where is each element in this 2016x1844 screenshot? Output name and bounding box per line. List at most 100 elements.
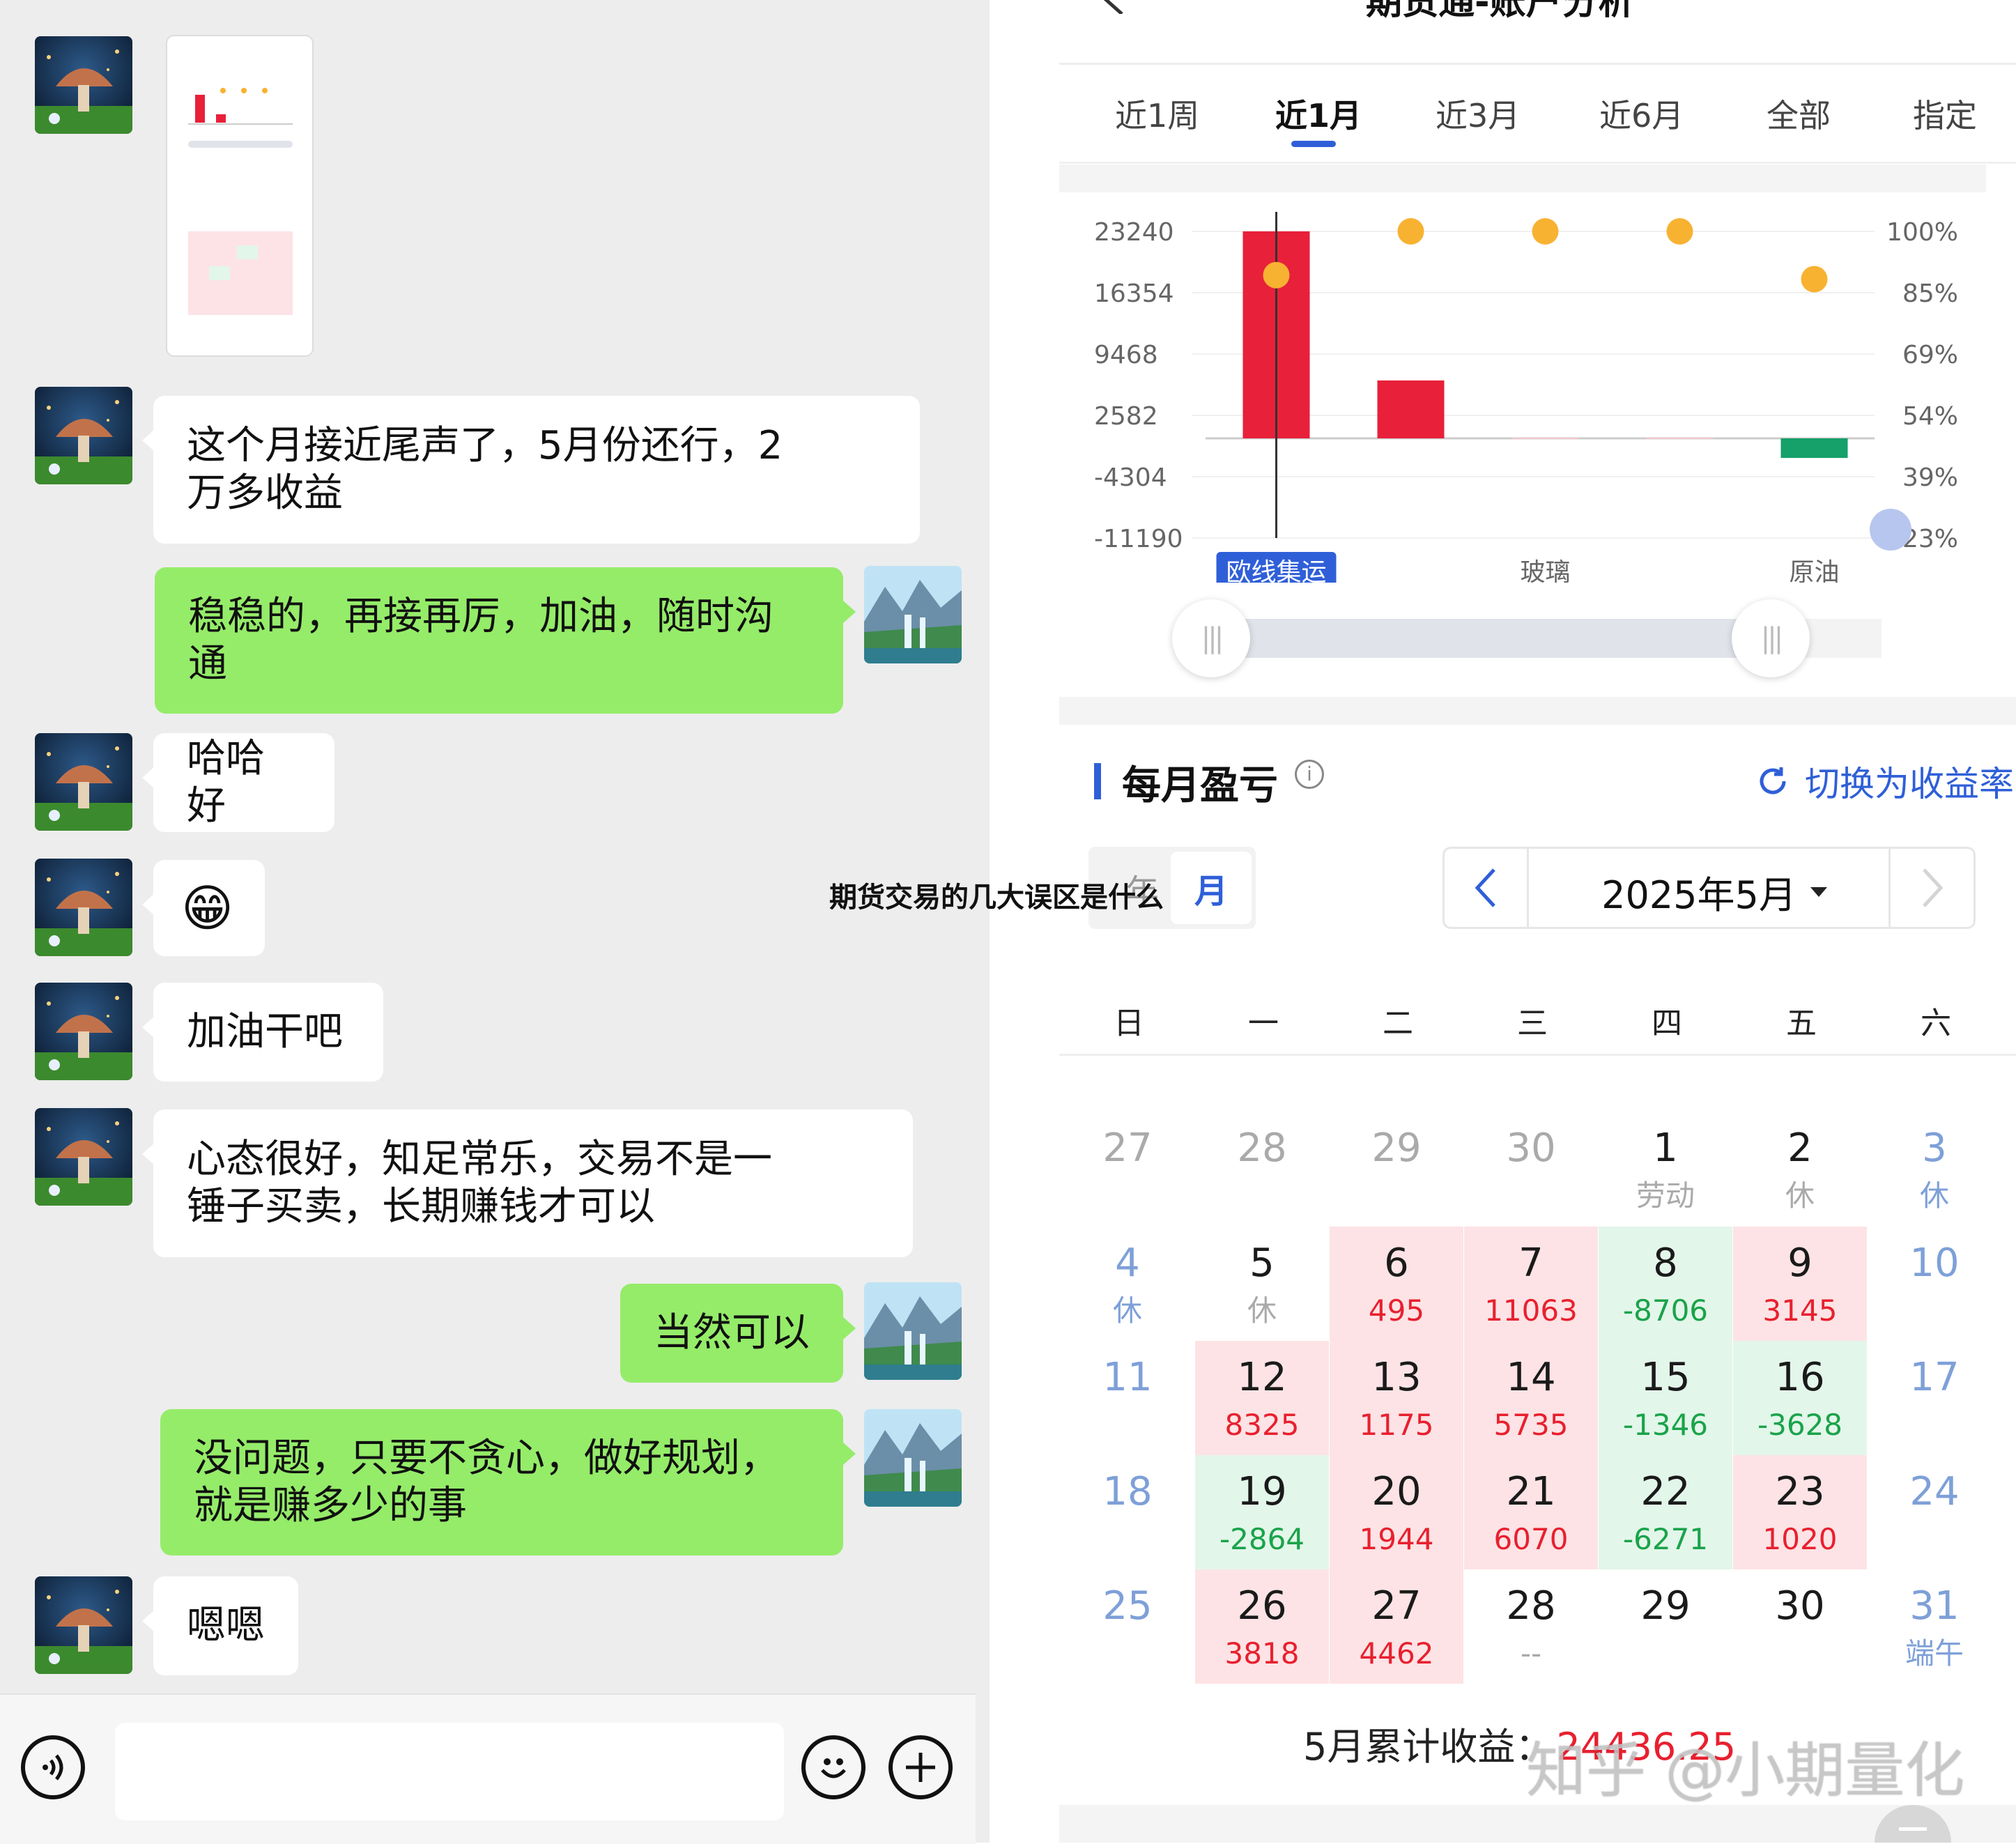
- day-value: -2864: [1219, 1522, 1305, 1556]
- calendar-day[interactable]: 4休: [1061, 1227, 1194, 1341]
- left-axis-tick: 16354: [1094, 279, 1174, 308]
- incoming-message[interactable]: 加油干吧: [153, 983, 383, 1082]
- calendar-day[interactable]: 23 1020: [1733, 1455, 1867, 1569]
- outgoing-message[interactable]: 稳稳的，再接再厉，加油，随时沟 通: [155, 567, 843, 714]
- back-icon[interactable]: [1094, 0, 1129, 15]
- segment-month[interactable]: 月: [1171, 852, 1252, 924]
- calendar-day[interactable]: 10: [1868, 1227, 2001, 1341]
- bubble-tail: [142, 1143, 155, 1165]
- contact-avatar[interactable]: [35, 859, 132, 956]
- calendar-day[interactable]: 22 -6271: [1599, 1455, 1732, 1569]
- calendar-day[interactable]: 27 4462: [1330, 1569, 1463, 1684]
- contact-avatar[interactable]: [35, 387, 132, 484]
- shared-screenshot-thumbnail[interactable]: [167, 36, 312, 355]
- calendar-day[interactable]: 18: [1061, 1455, 1194, 1569]
- range-slider-handle-right[interactable]: |||: [1732, 599, 1810, 677]
- ratio-point: [1263, 261, 1290, 289]
- calendar-day[interactable]: 11: [1061, 1341, 1194, 1455]
- day-number: 8: [1653, 1240, 1678, 1286]
- incoming-message[interactable]: 这个月接近尾声了，5月份还行，2 万多收益: [153, 396, 920, 544]
- calendar-day[interactable]: 28 --: [1464, 1569, 1598, 1684]
- calendar-day[interactable]: 2休: [1733, 1112, 1867, 1226]
- emoji-grin-icon: 😁: [181, 879, 234, 937]
- bubble-tail: [142, 893, 155, 916]
- calendar-day[interactable]: 7 11063: [1464, 1227, 1598, 1341]
- day-value: -3628: [1757, 1408, 1843, 1442]
- calendar-day[interactable]: 5休: [1195, 1227, 1329, 1341]
- calendar-day[interactable]: 25: [1061, 1569, 1194, 1684]
- calendar-day[interactable]: 9 3145: [1733, 1227, 1867, 1341]
- emoji-button[interactable]: [801, 1735, 865, 1799]
- calendar-day[interactable]: 28: [1195, 1112, 1329, 1226]
- outgoing-message[interactable]: 当然可以: [620, 1284, 843, 1383]
- tab-0[interactable]: 近1周: [1115, 91, 1199, 137]
- info-icon[interactable]: i: [1295, 760, 1324, 789]
- day-number: 31: [1909, 1583, 1960, 1629]
- switch-rate-button[interactable]: 切换为收益率: [1756, 756, 2014, 806]
- calendar-day[interactable]: 3休: [1868, 1112, 2001, 1226]
- day-number: 27: [1371, 1583, 1422, 1629]
- calendar-day[interactable]: 30: [1733, 1569, 1867, 1684]
- day-number: 28: [1237, 1125, 1287, 1171]
- calendar-day[interactable]: 21 6070: [1464, 1455, 1598, 1569]
- contact-avatar[interactable]: [35, 1108, 132, 1206]
- message-text: 这个月接近尾声了，5月份还行，2 万多收益: [187, 423, 783, 516]
- calendar-day[interactable]: 27: [1061, 1112, 1194, 1226]
- caret-down-icon: [1810, 886, 1827, 897]
- contact-avatar[interactable]: [35, 36, 132, 134]
- calendar-day[interactable]: 26 3818: [1195, 1569, 1329, 1684]
- bar: [1780, 438, 1848, 459]
- calendar-day[interactable]: 8 -8706: [1599, 1227, 1732, 1341]
- incoming-message[interactable]: 心态很好，知足常乐，交易不是一 锤子买卖，长期赚钱才可以: [153, 1109, 913, 1257]
- range-slider-handle-left[interactable]: |||: [1172, 599, 1250, 677]
- calendar-day[interactable]: 19 -2864: [1195, 1455, 1329, 1569]
- contact-avatar[interactable]: [35, 733, 132, 831]
- prev-month-button[interactable]: [1445, 849, 1529, 927]
- emoji-icon: [821, 1758, 846, 1778]
- calendar-day[interactable]: 20 1944: [1330, 1455, 1463, 1569]
- plus-button[interactable]: [888, 1735, 953, 1799]
- expand-chart-icon[interactable]: [1870, 509, 1911, 551]
- next-month-button[interactable]: [1888, 849, 1974, 927]
- ratio-point: [1801, 266, 1828, 293]
- month-select[interactable]: 2025年5月: [1533, 864, 1895, 919]
- day-value: -8706: [1622, 1293, 1709, 1328]
- calendar-day[interactable]: 14 5735: [1464, 1341, 1598, 1455]
- day-number: 2: [1787, 1125, 1813, 1171]
- tab-4[interactable]: 全部: [1767, 91, 1831, 137]
- incoming-message[interactable]: 嗯嗯: [153, 1576, 298, 1675]
- message-input[interactable]: [115, 1723, 784, 1820]
- calendar-day[interactable]: 31 端午: [1868, 1569, 2001, 1684]
- calendar-day[interactable]: 13 1175: [1330, 1341, 1463, 1455]
- calendar-day[interactable]: 1 劳动: [1599, 1112, 1732, 1226]
- calendar-day[interactable]: 17: [1868, 1341, 2001, 1455]
- tab-2[interactable]: 近3月: [1436, 91, 1520, 137]
- incoming-message[interactable]: 哈哈好: [153, 733, 334, 832]
- day-value: 1944: [1359, 1522, 1434, 1556]
- calendar-day[interactable]: 24: [1868, 1455, 2001, 1569]
- tab-3[interactable]: 近6月: [1599, 91, 1684, 137]
- my-avatar[interactable]: [864, 566, 962, 663]
- outgoing-message[interactable]: 没问题，只要不贪心，做好规划， 就是赚多少的事: [160, 1409, 843, 1555]
- range-slider-track[interactable]: [1199, 619, 1777, 658]
- day-value: -1346: [1622, 1408, 1709, 1442]
- contact-avatar[interactable]: [35, 983, 132, 1080]
- calendar-day[interactable]: 30: [1464, 1112, 1598, 1226]
- calendar-day[interactable]: 29: [1599, 1569, 1732, 1684]
- my-avatar[interactable]: [864, 1409, 962, 1507]
- calendar-day[interactable]: 16 -3628: [1733, 1341, 1867, 1455]
- contact-avatar[interactable]: [35, 1576, 132, 1674]
- calendar-day[interactable]: 29: [1330, 1112, 1463, 1226]
- tab-5[interactable]: 指定: [1913, 91, 1977, 137]
- left-axis-tick: -11190: [1094, 525, 1183, 553]
- calendar-day[interactable]: 15 -1346: [1599, 1341, 1732, 1455]
- active-tab-indicator: [1291, 141, 1336, 147]
- voice-button[interactable]: [21, 1735, 85, 1799]
- tab-1[interactable]: 近1月: [1275, 91, 1362, 137]
- message-text: 稳稳的，再接再厉，加油，随时沟 通: [188, 594, 774, 686]
- incoming-message[interactable]: 😁: [153, 860, 265, 956]
- calendar-day[interactable]: 12 8325: [1195, 1341, 1329, 1455]
- my-avatar[interactable]: [864, 1282, 962, 1380]
- chat-panel: 这个月接近尾声了，5月份还行，2 万多收益 稳稳的，再接再厉，加油，随时沟 通哈哈…: [0, 0, 990, 1844]
- calendar-day[interactable]: 6 495: [1330, 1227, 1463, 1341]
